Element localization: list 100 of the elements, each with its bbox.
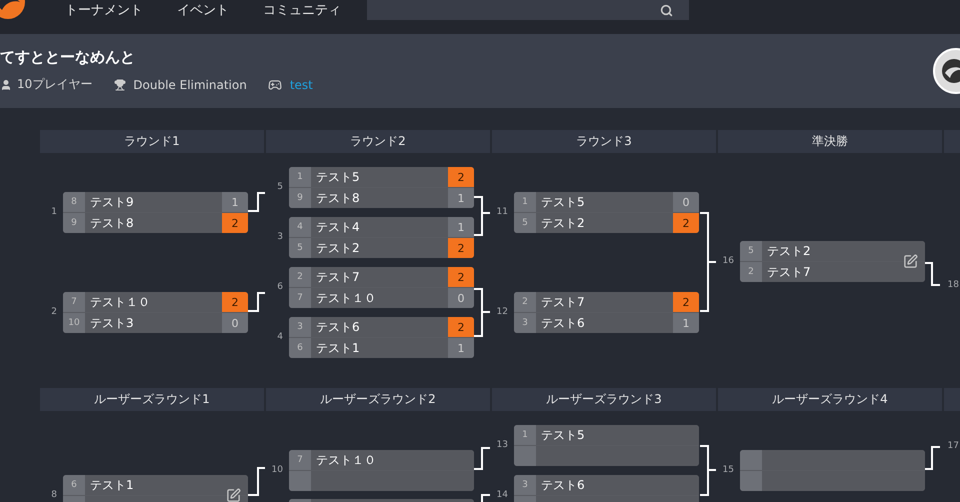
match-number: 15	[722, 464, 734, 474]
nav-link[interactable]: イベント	[177, 1, 229, 19]
match-number: 1	[50, 206, 57, 216]
seed-number: 5	[514, 213, 536, 233]
seed-number: 3	[514, 475, 536, 495]
match-card[interactable]: 7 テスト１０	[289, 450, 474, 491]
seed-number: 3	[514, 313, 536, 333]
match-number: 13	[496, 440, 508, 450]
seed-number: 1	[514, 192, 536, 212]
round-header: ルーザーズラウンド1	[40, 388, 264, 411]
player-name: テスト6	[540, 314, 586, 332]
match-number: 18	[946, 280, 959, 290]
match-card[interactable]: 4 テスト4 1 5 テスト2 2	[289, 217, 474, 258]
connector-line	[473, 196, 491, 236]
match-number: 2	[50, 306, 57, 316]
round-header: ラウンド2	[266, 130, 490, 153]
match-number: 11	[496, 206, 508, 216]
match-number: 12	[496, 306, 508, 316]
round-header: 準決勝	[718, 130, 942, 153]
seed-number: 2	[740, 262, 762, 282]
score: 2	[448, 317, 474, 337]
round-header: ラウンド1	[40, 130, 264, 153]
nav-link[interactable]: トーナメント	[65, 1, 143, 19]
game-link[interactable]: test	[290, 78, 313, 92]
player-name: テスト4	[315, 218, 361, 236]
connector-line	[481, 494, 490, 502]
seed-number: 1	[289, 167, 311, 187]
player-name: テスト1	[89, 476, 135, 494]
seed-number: 1	[514, 425, 536, 445]
connector-line	[248, 192, 265, 212]
match-card[interactable]: 3 テスト6	[514, 475, 699, 502]
connector-line	[474, 447, 490, 470]
score: 0	[673, 192, 699, 212]
trophy-icon	[114, 78, 126, 90]
player-name: テスト7	[540, 294, 586, 310]
score: 0	[222, 313, 248, 333]
score: 2	[222, 292, 248, 312]
seed-number: 7	[289, 288, 311, 308]
match-number: 10	[270, 464, 283, 474]
player-name: テスト3	[89, 314, 135, 332]
seed-number: 5	[289, 238, 311, 258]
score: 2	[673, 292, 699, 312]
seed-number: 4	[289, 217, 311, 237]
match-card[interactable]: 1 テスト5	[514, 425, 699, 466]
score: 1	[448, 217, 474, 237]
match-number: 14	[496, 490, 508, 500]
connector-line	[925, 262, 940, 286]
player-name: テスト１０	[315, 290, 377, 306]
score: 2	[222, 213, 248, 233]
player-name: テスト7	[315, 268, 361, 286]
player-name: テスト2	[315, 240, 361, 256]
seed-number: 2	[514, 292, 536, 312]
connector-line	[925, 446, 940, 470]
seed-number: 3	[289, 317, 311, 337]
player-count: 10プレイヤー	[17, 76, 92, 93]
score: 1	[448, 338, 474, 358]
match-card[interactable]: 1 テスト5 0 5 テスト2 2	[514, 192, 699, 233]
player-name: テスト5	[315, 168, 361, 186]
player-name: テスト5	[540, 426, 586, 444]
match-card[interactable]: 3 テスト6 2 6 テスト1 1	[289, 317, 474, 358]
seed-number: 7	[289, 450, 311, 470]
match-card[interactable]: 5 テスト2 2 テスト7	[740, 241, 925, 282]
seed-number: 5	[740, 241, 762, 261]
score: 1	[222, 192, 248, 212]
match-number: 8	[50, 490, 57, 500]
match-card[interactable]: 1 テスト5 2 9 テスト8 1	[289, 167, 474, 208]
score: 2	[448, 267, 474, 287]
seed-number: 10	[63, 313, 85, 333]
match-card[interactable]: 7 テスト１０ 2 10 テスト3 0	[63, 292, 248, 333]
match-number: 16	[722, 256, 734, 266]
connector-line	[699, 445, 717, 496]
match-card[interactable]: 2 テスト7 2 7 テスト１０ 0	[289, 267, 474, 308]
match-number: 4	[276, 332, 283, 342]
player-name: テスト2	[540, 214, 586, 232]
match-number: 5	[276, 182, 283, 192]
score: 0	[448, 288, 474, 308]
round-header: ラウンド3	[492, 130, 716, 153]
player-name: テスト6	[315, 318, 361, 336]
player-name: テスト1	[315, 340, 361, 356]
seed-number: 7	[63, 292, 85, 312]
match-number: 17	[946, 441, 959, 451]
seed-number: 2	[289, 267, 311, 287]
player-name: テスト１０	[89, 294, 151, 310]
match-number: 6	[276, 282, 283, 292]
score: 1	[448, 188, 474, 208]
gamepad-icon	[268, 78, 282, 92]
match-card[interactable]: 6 テスト1	[63, 475, 248, 502]
search-icon[interactable]	[660, 4, 673, 16]
format-label: Double Elimination	[133, 78, 247, 92]
player-name: テスト9	[89, 194, 135, 210]
round-header: ルーザーズラウンド2	[266, 388, 490, 411]
nav-link[interactable]: コミュニティ	[263, 1, 341, 19]
match-card[interactable]: 2 テスト7 2 3 テスト6 1	[514, 292, 699, 333]
match-card[interactable]: 8 テスト9 1 9 テスト8 2	[63, 192, 248, 233]
seed-number: 6	[289, 338, 311, 358]
search-field[interactable]	[367, 0, 689, 20]
round-header: ルーザーズラウンド3	[492, 388, 716, 411]
user-icon	[0, 78, 12, 90]
player-name: テスト2	[766, 242, 812, 260]
connector-line	[248, 292, 265, 312]
